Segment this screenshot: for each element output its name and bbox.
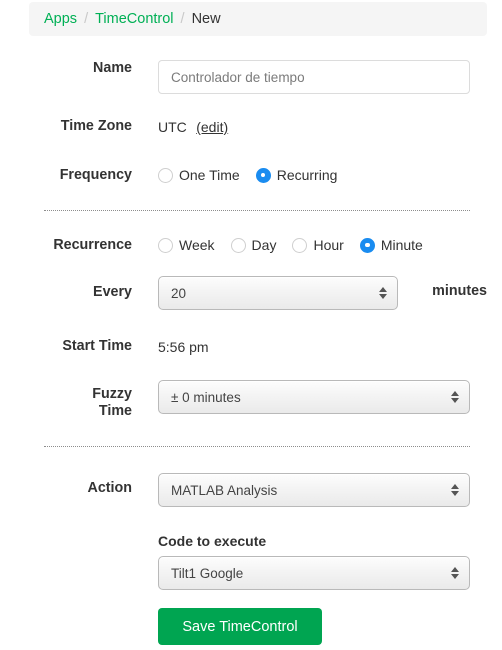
name-input[interactable]: [158, 60, 470, 94]
frequency-radio-group: One Time Recurring: [158, 167, 502, 183]
code-to-execute-value: Tilt1 Google: [171, 565, 244, 581]
stepper-down-icon[interactable]: [379, 294, 387, 299]
breadcrumb: Apps / TimeControl / New: [29, 2, 487, 36]
breadcrumb-separator: /: [84, 11, 89, 27]
start-time-label: Start Time: [62, 338, 132, 354]
recurrence-radio-group: Week Day Hour Minute: [158, 237, 502, 253]
recurrence-option-hour[interactable]: Hour: [292, 237, 344, 253]
radio-selected-icon: [359, 237, 375, 253]
action-value: MATLAB Analysis: [171, 482, 278, 498]
select-arrows-icon[interactable]: [451, 391, 459, 403]
fuzzy-time-label: Fuzzy Time: [0, 380, 141, 420]
fuzzy-time-select[interactable]: ± 0 minutes: [158, 380, 470, 414]
frequency-option-label: One Time: [179, 167, 240, 183]
name-label: Name: [93, 60, 132, 76]
breadcrumb-item-new: New: [191, 11, 221, 27]
fuzzy-time-field-wrap: ± 0 minutes: [141, 380, 502, 414]
code-to-execute-select[interactable]: Tilt1 Google: [158, 556, 470, 590]
frequency-row: Frequency One Time Recurring: [0, 167, 502, 184]
radio-unselected-icon: [158, 237, 173, 253]
fuzzy-time-row: Fuzzy Time ± 0 minutes: [0, 380, 502, 420]
start-time-field-wrap: 5:56 pm: [141, 338, 502, 357]
select-down-icon[interactable]: [451, 398, 459, 403]
recurrence-option-minute[interactable]: Minute: [359, 237, 423, 253]
every-units-label: minutes: [432, 283, 487, 299]
select-up-icon[interactable]: [451, 567, 459, 572]
save-row: Save TimeControl: [0, 608, 502, 645]
radio-unselected-icon: [158, 167, 173, 183]
action-select[interactable]: MATLAB Analysis: [158, 473, 470, 507]
every-value: 20: [171, 285, 187, 301]
frequency-option-recurring[interactable]: Recurring: [255, 167, 338, 183]
name-row: Name: [0, 60, 502, 94]
fuzzy-time-label-line2: Time: [98, 403, 132, 419]
select-up-icon[interactable]: [451, 391, 459, 396]
start-time-value[interactable]: 5:56 pm: [158, 339, 209, 355]
frequency-label: Frequency: [59, 167, 132, 183]
recurrence-option-week[interactable]: Week: [158, 237, 215, 253]
every-label: Every: [93, 284, 132, 300]
action-row: Action MATLAB Analysis: [0, 473, 502, 507]
code-to-execute-field-wrap: Code to execute Tilt1 Google: [141, 533, 502, 590]
select-up-icon[interactable]: [451, 484, 459, 489]
radio-unselected-icon: [292, 237, 308, 253]
time-zone-edit-link[interactable]: (edit): [196, 119, 228, 135]
code-to-execute-row: Code to execute Tilt1 Google: [0, 533, 502, 590]
recurrence-option-label: Day: [251, 237, 277, 253]
breadcrumb-item-apps[interactable]: Apps: [44, 11, 77, 27]
recurrence-option-label: Minute: [380, 237, 423, 253]
every-row: Every 20 minutes: [0, 276, 502, 310]
time-zone-row: Time Zone UTC (edit): [0, 118, 502, 137]
code-to-execute-label: Code to execute: [158, 533, 267, 549]
section-divider: [44, 446, 470, 447]
timecontrol-new-page: Apps / TimeControl / New Name Time Zone …: [0, 0, 502, 650]
stepper-arrows-icon[interactable]: [379, 287, 387, 299]
radio-selected-icon: [255, 167, 271, 183]
breadcrumb-separator: /: [180, 11, 185, 27]
recurrence-option-label: Hour: [313, 237, 344, 253]
recurrence-option-label: Week: [179, 237, 215, 253]
recurrence-row: Recurrence Week Day Hour Minute: [0, 237, 502, 254]
recurrence-field-wrap: Week Day Hour Minute: [141, 237, 502, 253]
time-zone-field-wrap: UTC (edit): [141, 118, 502, 137]
name-field-wrap: [141, 60, 502, 94]
recurrence-label: Recurrence: [53, 237, 132, 253]
frequency-option-one-time[interactable]: One Time: [158, 167, 240, 183]
section-divider: [44, 210, 470, 211]
select-down-icon[interactable]: [451, 491, 459, 496]
every-number-stepper[interactable]: 20: [158, 276, 398, 310]
frequency-option-label: Recurring: [276, 167, 338, 183]
select-arrows-icon[interactable]: [451, 567, 459, 579]
action-field-wrap: MATLAB Analysis: [141, 473, 502, 507]
frequency-field-wrap: One Time Recurring: [141, 167, 502, 183]
fuzzy-time-label-line1: Fuzzy: [92, 386, 132, 402]
stepper-up-icon[interactable]: [379, 287, 387, 292]
time-zone-label: Time Zone: [60, 118, 132, 134]
select-arrows-icon[interactable]: [451, 484, 459, 496]
save-field-wrap: Save TimeControl: [141, 608, 502, 645]
fuzzy-time-value: ± 0 minutes: [171, 389, 241, 405]
action-label: Action: [87, 480, 132, 496]
breadcrumb-item-timecontrol[interactable]: TimeControl: [95, 11, 173, 27]
select-down-icon[interactable]: [451, 574, 459, 579]
start-time-row: Start Time 5:56 pm: [0, 338, 502, 357]
radio-unselected-icon: [230, 237, 246, 253]
save-timecontrol-button[interactable]: Save TimeControl: [158, 608, 322, 645]
time-zone-value: UTC: [158, 119, 187, 135]
recurrence-option-day[interactable]: Day: [230, 237, 277, 253]
